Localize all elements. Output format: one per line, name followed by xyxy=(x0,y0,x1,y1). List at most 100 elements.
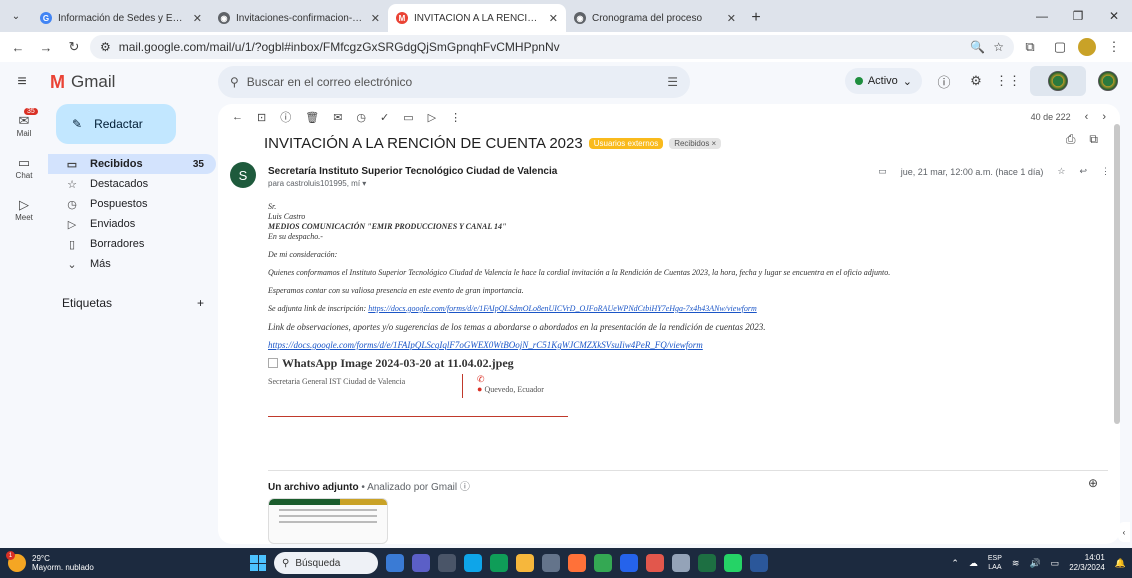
address-bar[interactable]: ⚙ mail.google.com/mail/u/1/?ogbl#inbox/F… xyxy=(90,35,1014,59)
label-icon[interactable]: ▷ xyxy=(428,111,436,124)
inbox-tag[interactable]: Recibidos × xyxy=(669,137,722,149)
taskbar-search[interactable]: ⚲ Búsqueda xyxy=(274,552,378,574)
minimize-icon[interactable]: — xyxy=(1024,0,1060,32)
photos-icon[interactable] xyxy=(620,554,638,572)
recipients[interactable]: para castroluis101995, mí ▾ xyxy=(268,179,366,188)
browser-tab[interactable]: G Información de Sedes y Extensi ✕ xyxy=(32,4,210,32)
add-task-icon[interactable]: ✓ xyxy=(380,111,389,124)
older-icon[interactable]: › xyxy=(1102,111,1106,123)
volume-icon[interactable]: 🔊 xyxy=(1029,558,1040,569)
edge-icon[interactable] xyxy=(490,554,508,572)
star-icon[interactable]: ☆ xyxy=(1057,166,1065,177)
reload-icon[interactable]: ↻ xyxy=(62,35,86,59)
side-panel-toggle-icon[interactable]: ‹ xyxy=(1118,522,1130,542)
sidebar-item-more[interactable]: ⌄ Más xyxy=(48,254,216,274)
tab-search-icon[interactable]: ⌄ xyxy=(0,0,32,32)
gmail-logo[interactable]: M Gmail xyxy=(50,72,200,93)
file-explorer-icon[interactable] xyxy=(516,554,534,572)
close-tab-icon[interactable]: ✕ xyxy=(371,12,380,25)
calculator-icon[interactable] xyxy=(542,554,560,572)
registration-link[interactable]: https://docs.google.com/forms/d/e/1FAIpQ… xyxy=(368,304,757,313)
move-to-icon[interactable]: ▭ xyxy=(403,111,413,124)
task-view-icon[interactable] xyxy=(438,554,456,572)
new-tab-button[interactable]: + xyxy=(744,4,768,32)
whatsapp-icon[interactable] xyxy=(724,554,742,572)
add-to-drive-icon[interactable]: ⊕ xyxy=(1088,476,1098,490)
snooze-icon[interactable]: ◷ xyxy=(356,111,366,124)
extensions-icon[interactable]: ⧉ xyxy=(1018,35,1042,59)
language-indicator[interactable]: ESP LAA xyxy=(988,554,1002,572)
external-users-tag[interactable]: Usuarios externos xyxy=(588,137,664,149)
teams-icon[interactable] xyxy=(412,554,430,572)
apps-grid-icon[interactable]: ⋮⋮ xyxy=(995,71,1021,91)
search-icon[interactable]: ⚲ xyxy=(230,75,239,89)
firefox-icon[interactable] xyxy=(568,554,586,572)
back-to-inbox-icon[interactable]: ← xyxy=(232,111,243,123)
newer-icon[interactable]: ‹ xyxy=(1085,111,1089,123)
settings-gear-icon[interactable]: ⚙ xyxy=(966,71,986,91)
settings-icon[interactable] xyxy=(672,554,690,572)
organization-logo[interactable] xyxy=(1030,66,1086,96)
search-options-icon[interactable]: ☰ xyxy=(667,75,678,89)
attachment-thumbnail[interactable] xyxy=(268,498,388,544)
bookmark-star-icon[interactable]: ☆ xyxy=(993,40,1004,54)
browser-tab[interactable]: ◉ Invitaciones-confirmacion-y-asi ✕ xyxy=(210,4,388,32)
rail-item-meet[interactable]: ▷ Meet xyxy=(0,188,48,230)
battery-icon[interactable]: ▭ xyxy=(1051,558,1060,569)
back-icon[interactable]: ← xyxy=(6,35,30,59)
search-input[interactable]: Buscar en el correo electrónico xyxy=(247,75,659,89)
close-tab-icon[interactable]: ✕ xyxy=(193,12,202,25)
sender-name[interactable]: Secretaría Instituto Superior Tecnológic… xyxy=(268,166,557,177)
sidebar-item-starred[interactable]: ☆ Destacados xyxy=(48,174,216,194)
rail-item-chat[interactable]: ▭ Chat xyxy=(0,146,48,188)
add-label-icon[interactable]: + xyxy=(197,296,204,310)
observations-link[interactable]: https://docs.google.com/forms/d/e/1FAIpQ… xyxy=(268,340,703,350)
profile-avatar[interactable] xyxy=(1078,38,1096,56)
sidebar-item-snoozed[interactable]: ◷ Pospuestos xyxy=(48,194,216,214)
more-options-icon[interactable]: ⋮ xyxy=(450,111,461,124)
copilot-icon[interactable] xyxy=(464,554,482,572)
wifi-icon[interactable]: ≋ xyxy=(1012,558,1020,569)
compose-button[interactable]: ✎ Redactar xyxy=(56,104,176,144)
message-more-icon[interactable]: ⋮ xyxy=(1101,166,1110,177)
sidepanel-icon[interactable]: ▢ xyxy=(1048,35,1072,59)
reply-icon[interactable]: ↩ xyxy=(1079,166,1087,177)
paint-icon[interactable] xyxy=(646,554,664,572)
restore-icon[interactable]: ❐ xyxy=(1060,0,1096,32)
word-icon[interactable] xyxy=(750,554,768,572)
delete-icon[interactable]: 🗑 xyxy=(305,111,319,124)
zoom-icon[interactable]: 🔍 xyxy=(970,40,985,54)
browser-menu-icon[interactable]: ⋮ xyxy=(1102,35,1126,59)
browser-tab-active[interactable]: M INVITACIÓN A LA RENCIÓN DE ✕ xyxy=(388,4,566,32)
excel-icon[interactable] xyxy=(698,554,716,572)
mark-unread-icon[interactable]: ✉ xyxy=(333,111,342,124)
onedrive-icon[interactable]: ☁ xyxy=(969,558,978,569)
search-bar[interactable]: ⚲ Buscar en el correo electrónico ☰ xyxy=(218,66,690,98)
account-avatar[interactable] xyxy=(1098,71,1118,91)
browser-tab[interactable]: ◉ Cronograma del proceso ✕ xyxy=(566,4,744,32)
open-new-window-icon[interactable]: ⧉ xyxy=(1089,132,1098,147)
close-window-icon[interactable]: ✕ xyxy=(1096,0,1132,32)
status-selector[interactable]: Activo ⌄ xyxy=(844,68,922,94)
print-icon[interactable]: ⎙ xyxy=(1066,132,1076,147)
widgets-icon[interactable] xyxy=(386,554,404,572)
report-spam-icon[interactable]: ⓘ xyxy=(280,109,291,125)
sender-avatar[interactable]: S xyxy=(230,162,256,188)
weather-widget[interactable]: 1 29°C Mayorm. nublado xyxy=(0,551,240,572)
close-tab-icon[interactable]: ✕ xyxy=(549,12,558,25)
sidebar-item-drafts[interactable]: ▯ Borradores xyxy=(48,234,216,254)
rail-item-mail[interactable]: ✉ 35 Mail xyxy=(0,104,48,146)
forward-icon[interactable]: → xyxy=(34,35,58,59)
broken-image[interactable]: WhatsApp Image 2024-03-20 at 11.04.02.jp… xyxy=(268,357,1068,369)
chrome-icon[interactable] xyxy=(594,554,612,572)
help-icon[interactable]: ⓘ xyxy=(934,71,954,91)
email-scrollbar[interactable] xyxy=(1114,124,1120,424)
start-button-icon[interactable] xyxy=(250,555,266,571)
archive-icon[interactable]: ⊡ xyxy=(257,111,266,124)
show-hidden-icons-icon[interactable]: ⌃ xyxy=(951,558,959,569)
main-menu-icon[interactable]: ≡ xyxy=(2,62,42,102)
clock[interactable]: 14:01 22/3/2024 xyxy=(1069,553,1105,573)
close-tab-icon[interactable]: ✕ xyxy=(727,12,736,25)
sidebar-item-sent[interactable]: ▷ Enviados xyxy=(48,214,216,234)
sidebar-item-inbox[interactable]: ▭ Recibidos 35 xyxy=(48,154,216,174)
